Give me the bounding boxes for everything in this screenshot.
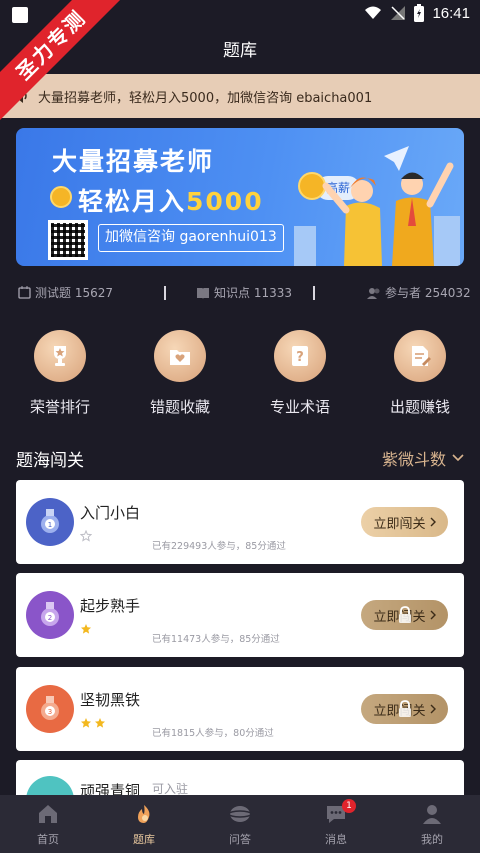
start-level-button[interactable]: 立即闯关 — [361, 694, 448, 724]
nav-label: 消息 — [325, 833, 347, 846]
document-edit-icon — [394, 330, 446, 382]
battery-icon — [414, 4, 425, 22]
book-icon — [197, 287, 209, 299]
stat-tests: 测试题 15627 — [18, 284, 113, 301]
bottom-nav: 首页 题库 问答 1 消息 我的 — [0, 795, 480, 853]
stat-participants-label: 参与者 254032 — [385, 286, 471, 300]
coin-icon — [50, 186, 72, 208]
quick-entries: 荣誉排行 错题收藏 ? 专业术语 出题赚钱 — [0, 330, 480, 420]
quick-terminology[interactable]: ? 专业术语 — [250, 330, 350, 417]
qa-icon — [228, 806, 252, 822]
divider — [313, 286, 315, 300]
profile-icon — [423, 805, 441, 824]
level-name: 起步熟手 — [80, 597, 141, 615]
chevron-down-icon — [452, 454, 464, 462]
notice-text: 大量招募老师，轻松月入5000，加微信咨询 ebaicha001 — [38, 90, 373, 106]
category-dropdown[interactable]: 紫微斗数 — [382, 446, 464, 470]
banner-contact: 加微信咨询 gaorenhui013 — [98, 224, 284, 252]
quick-label: 荣誉排行 — [29, 398, 90, 416]
banner-illustration — [294, 146, 460, 266]
no-signal-icon — [391, 6, 406, 20]
chevron-right-icon — [430, 610, 436, 620]
level-card[interactable]: 3 坚韧黑铁 已有1815人参与，80分通过 立即闯关 — [16, 667, 464, 751]
nav-messages[interactable]: 1 消息 — [288, 795, 384, 853]
start-level-button[interactable]: 立即闯关 — [361, 600, 448, 630]
quick-label: 错题收藏 — [149, 398, 210, 416]
chevron-right-icon — [430, 704, 436, 714]
notification-icon — [12, 7, 28, 23]
quick-label: 专业术语 — [269, 398, 330, 416]
nav-label: 首页 — [37, 833, 59, 846]
nav-qa[interactable]: 问答 — [192, 795, 288, 853]
level-stars — [80, 717, 106, 729]
level-stars — [80, 530, 92, 542]
quick-wrong-questions[interactable]: 错题收藏 — [130, 330, 230, 417]
level-meta: 已有229493人参与，85分通过 — [152, 541, 286, 552]
promo-banner[interactable]: 大量招募老师 轻松月入5000 加微信咨询 gaorenhui013 高薪 — [16, 128, 464, 266]
svg-text:2: 2 — [48, 614, 52, 622]
quick-earn-money[interactable]: 出题赚钱 — [370, 330, 470, 417]
banner-subheadline: 轻松月入5000 — [78, 182, 264, 218]
stat-knowledge-label: 知识点 11333 — [214, 286, 292, 300]
button-label: 立即闯关 — [373, 516, 426, 532]
users-icon — [367, 287, 380, 299]
nav-label: 我的 — [421, 833, 443, 846]
medal-icon: 3 — [26, 685, 74, 733]
start-level-button[interactable]: 立即闯关 — [361, 507, 448, 537]
heart-folder-icon — [154, 330, 206, 382]
level-stars — [80, 623, 92, 635]
chevron-right-icon — [430, 517, 436, 527]
quick-honor-ranking[interactable]: 荣誉排行 — [10, 330, 110, 417]
banner-amount: 5000 — [186, 187, 264, 216]
level-card[interactable]: 2 起步熟手 已有11473人参与，85分通过 立即闯关 — [16, 573, 464, 657]
trophy-icon — [34, 330, 86, 382]
level-name: 坚韧黑铁 — [80, 691, 141, 709]
level-meta: 已有11473人参与，85分通过 — [152, 634, 280, 645]
status-icons: 16:41 — [364, 4, 470, 22]
nav-profile[interactable]: 我的 — [384, 795, 480, 853]
home-icon — [39, 805, 57, 823]
lock-icon — [399, 700, 411, 717]
level-card[interactable]: 顽强青铜 可入驻 — [16, 760, 464, 824]
medal-icon: 2 — [26, 591, 74, 639]
stat-tests-label: 测试题 15627 — [35, 286, 113, 300]
wifi-icon — [365, 6, 382, 19]
nav-label: 题库 — [133, 833, 155, 846]
banner-subheadline-prefix: 轻松月入 — [78, 187, 187, 216]
qr-code-icon — [48, 220, 88, 260]
star-icon — [81, 624, 91, 634]
stat-knowledge: 知识点 11333 — [196, 284, 292, 301]
nav-label: 问答 — [229, 833, 251, 846]
category-dropdown-value: 紫微斗数 — [381, 450, 446, 469]
level-meta: 已有1815人参与，80分通过 — [152, 728, 274, 739]
lock-icon — [399, 606, 411, 623]
svg-text:1: 1 — [48, 521, 52, 529]
level-card[interactable]: 1 入门小白 已有229493人参与，85分通过 立即闯关 — [16, 480, 464, 564]
question-book-icon: ? — [274, 330, 326, 382]
unread-badge: 1 — [342, 799, 356, 813]
question-bank-icon — [138, 805, 150, 823]
calendar-icon — [18, 286, 31, 299]
star-icon — [95, 718, 105, 728]
banner-headline: 大量招募老师 — [52, 147, 215, 176]
medal-icon: 1 — [26, 498, 74, 546]
nav-question-bank[interactable]: 题库 — [96, 795, 192, 853]
stat-participants: 参与者 254032 — [367, 284, 471, 301]
clock: 16:41 — [432, 4, 470, 22]
divider — [164, 286, 166, 300]
svg-text:3: 3 — [48, 708, 52, 716]
svg-text:?: ? — [296, 350, 304, 365]
star-icon — [81, 718, 91, 728]
quick-label: 出题赚钱 — [389, 398, 450, 416]
nav-home[interactable]: 首页 — [0, 795, 96, 853]
stats-row: 测试题 15627 知识点 11333 参与者 254032 — [0, 280, 480, 308]
star-outline-icon — [80, 530, 92, 542]
level-name: 入门小白 — [80, 504, 141, 522]
section-title: 题海闯关 — [16, 451, 84, 471]
notice-bar[interactable]: 大量招募老师，轻松月入5000，加微信咨询 ebaicha001 — [0, 74, 480, 118]
